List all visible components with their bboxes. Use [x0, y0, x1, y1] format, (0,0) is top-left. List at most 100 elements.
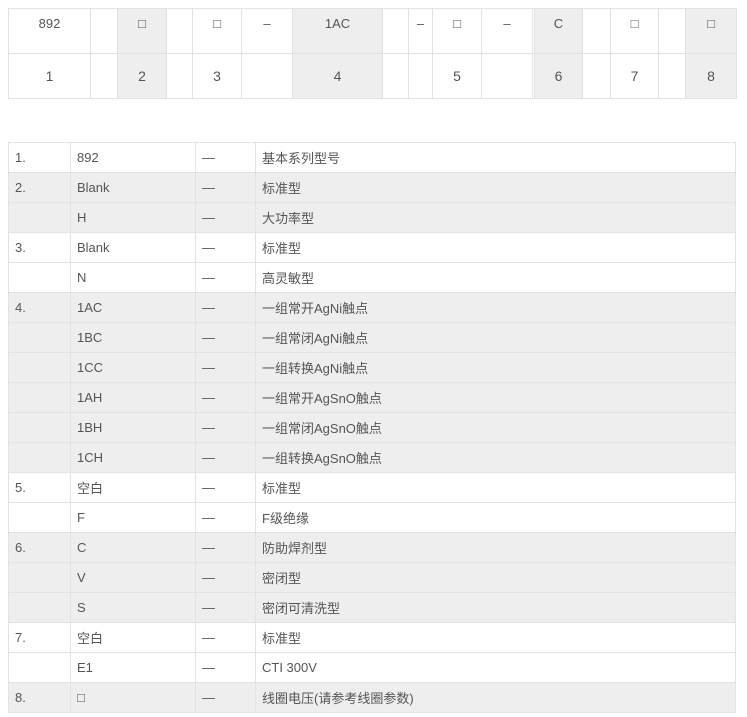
- position-cell: [241, 53, 293, 99]
- spec-row: H — 大功率型: [8, 202, 736, 233]
- option-dash: —: [195, 202, 256, 233]
- position-cell: [481, 53, 533, 99]
- option-number: 5.: [8, 472, 71, 503]
- position-cell: 4: [292, 53, 383, 99]
- option-dash: —: [195, 262, 256, 293]
- position-row: 123 4 5 678: [8, 53, 737, 99]
- code-cell: [382, 8, 409, 54]
- option-code: F: [70, 502, 196, 533]
- code-row: 892 □ □ –1AC – □ – C □ □: [8, 8, 737, 54]
- code-cell: □: [432, 8, 482, 54]
- option-code: 892: [70, 142, 196, 173]
- code-cell: □: [685, 8, 737, 54]
- position-cell: [166, 53, 193, 99]
- code-cell: [166, 8, 193, 54]
- code-cell: 892: [8, 8, 91, 54]
- position-cell: 6: [534, 53, 583, 99]
- option-number: [8, 352, 71, 383]
- option-number: [8, 652, 71, 683]
- option-number: [8, 382, 71, 413]
- option-code: 1AC: [70, 292, 196, 323]
- option-description: 一组常闭AgNi触点: [255, 322, 736, 353]
- option-number: 1.: [8, 142, 71, 173]
- code-cell: □: [117, 8, 167, 54]
- position-cell: 5: [432, 53, 482, 99]
- option-description: F级绝缘: [255, 502, 736, 533]
- option-dash: —: [195, 622, 256, 653]
- position-cell: [382, 53, 409, 99]
- option-code: Blank: [70, 232, 196, 263]
- position-cell: 1: [8, 53, 91, 99]
- code-cell: –: [408, 8, 433, 54]
- option-dash: —: [195, 322, 256, 353]
- position-cell: [408, 53, 433, 99]
- option-number: 2.: [8, 172, 71, 203]
- option-number: 8.: [8, 682, 71, 713]
- option-number: 3.: [8, 232, 71, 263]
- option-description: 一组常开AgNi触点: [255, 292, 736, 323]
- option-dash: —: [195, 232, 256, 263]
- option-dash: —: [195, 382, 256, 413]
- code-cell: –: [241, 8, 293, 54]
- option-code: 1CC: [70, 352, 196, 383]
- position-cell: 3: [192, 53, 242, 99]
- option-dash: —: [195, 592, 256, 623]
- option-description: 线圈电压(请参考线圈参数): [255, 682, 736, 713]
- option-dash: —: [195, 652, 256, 683]
- option-description: 一组常闭AgSnO触点: [255, 412, 736, 443]
- spec-row: F — F级绝缘: [8, 502, 736, 533]
- spec-row: 1AH — 一组常开AgSnO触点: [8, 382, 736, 413]
- code-cell: □: [192, 8, 242, 54]
- option-code: N: [70, 262, 196, 293]
- option-description: 一组常开AgSnO触点: [255, 382, 736, 413]
- position-cell: [90, 53, 118, 99]
- spec-row: 4. 1AC — 一组常开AgNi触点: [8, 292, 736, 323]
- position-cell: [582, 53, 611, 99]
- option-description: 密闭型: [255, 562, 736, 593]
- code-cell: C: [534, 8, 583, 54]
- option-code: S: [70, 592, 196, 623]
- option-description: 标准型: [255, 172, 736, 203]
- position-cell: 8: [685, 53, 737, 99]
- option-code: H: [70, 202, 196, 233]
- option-dash: —: [195, 502, 256, 533]
- option-description: 标准型: [255, 472, 736, 503]
- spec-table: 1. 892— 基本系列型号 2. Blank — 标准型 H — 大功率型 3. Blank — 标准型…: [8, 142, 736, 713]
- option-number: [8, 442, 71, 473]
- option-description: 一组转换AgSnO触点: [255, 442, 736, 473]
- model-code-table: 892 □ □ –1AC – □ – C □ □ 12345678: [8, 8, 737, 99]
- option-dash: —: [195, 142, 256, 173]
- option-dash: —: [195, 562, 256, 593]
- option-code: E1: [70, 652, 196, 683]
- option-number: [8, 502, 71, 533]
- spec-row: 7. 空白 — 标准型: [8, 622, 736, 653]
- option-number: [8, 322, 71, 353]
- spec-row: 3. Blank — 标准型: [8, 232, 736, 263]
- option-number: [8, 202, 71, 233]
- code-cell: [582, 8, 611, 54]
- option-dash: —: [195, 442, 256, 473]
- option-dash: —: [195, 472, 256, 503]
- option-number: 6.: [8, 532, 71, 563]
- option-description: 防助焊剂型: [255, 532, 736, 563]
- spec-row: 1. 892— 基本系列型号: [8, 142, 736, 173]
- option-description: 密闭可清洗型: [255, 592, 736, 623]
- spec-row: 1CH — 一组转换AgSnO触点: [8, 442, 736, 473]
- option-code: 空白: [70, 472, 196, 503]
- option-number: [8, 592, 71, 623]
- spec-row: 5. 空白 — 标准型: [8, 472, 736, 503]
- option-code: V: [70, 562, 196, 593]
- spec-row: 1BH — 一组常闭AgSnO触点: [8, 412, 736, 443]
- option-dash: —: [195, 172, 256, 203]
- option-code: 1AH: [70, 382, 196, 413]
- option-dash: —: [195, 352, 256, 383]
- spec-row: N — 高灵敏型: [8, 262, 736, 293]
- code-cell: [658, 8, 686, 54]
- spec-row: 1CC — 一组转换AgNi触点: [8, 352, 736, 383]
- position-cell: [658, 53, 686, 99]
- option-code: C: [70, 532, 196, 563]
- option-description: 标准型: [255, 622, 736, 653]
- spec-row: S — 密闭可清洗型: [8, 592, 736, 623]
- code-cell: 1AC: [292, 8, 383, 54]
- option-description: 标准型: [255, 232, 736, 263]
